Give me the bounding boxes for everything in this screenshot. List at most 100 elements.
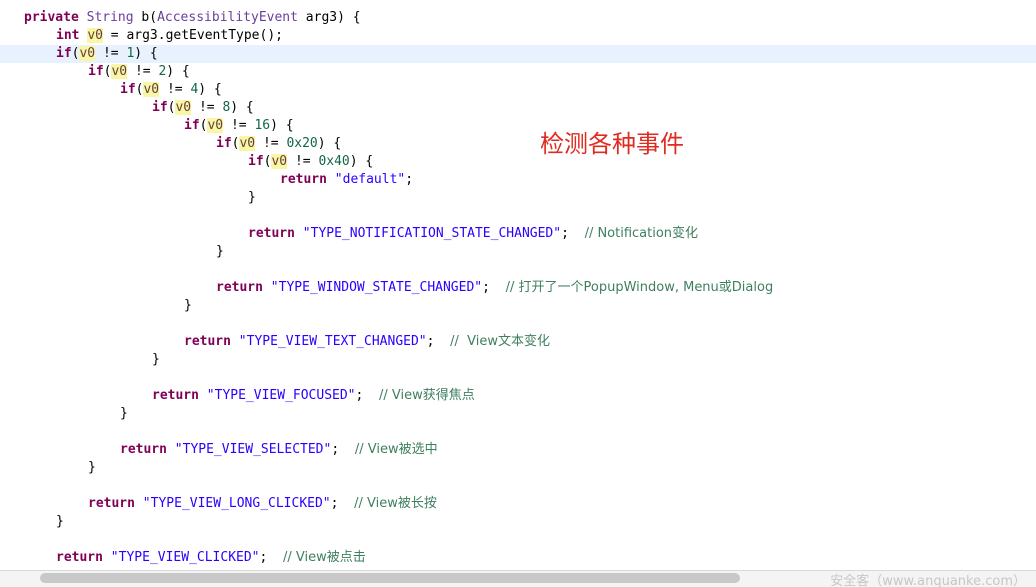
annotation-label: 检测各种事件 [540, 130, 684, 158]
semicolon: ; [561, 226, 585, 241]
closing-brace: } [88, 460, 96, 475]
keyword-return: return [120, 442, 167, 457]
operator: != [95, 46, 127, 61]
number-literal: 0x40 [318, 154, 350, 169]
code-comment: // View被点击 [283, 550, 366, 565]
code-line-if-1[interactable]: if(v0 != 1) { [0, 45, 1036, 63]
operator: != [287, 154, 319, 169]
code-line-return-selected[interactable]: return "TYPE_VIEW_SELECTED"; // View被选中 [0, 441, 1036, 459]
code-editor[interactable]: private String b(AccessibilityEvent arg3… [0, 0, 1036, 587]
closing-brace: } [56, 514, 64, 529]
code-line-if-16[interactable]: if(v0 != 16) { [0, 117, 1036, 135]
code-comment: // View被选中 [354, 442, 438, 457]
code-line-brace[interactable]: } [0, 189, 1036, 207]
operator: != [127, 64, 159, 79]
code-comment: // View获得焦点 [379, 388, 475, 403]
paren-close: ) { [198, 82, 222, 97]
string-literal: "TYPE_VIEW_CLICKED" [110, 550, 260, 565]
keyword-if: if [184, 118, 200, 133]
paren-close: ) { [230, 100, 254, 115]
code-line-return-clicked[interactable]: return "TYPE_VIEW_CLICKED"; // View被点击 [0, 549, 1036, 567]
code-comment: // 打开了一个PopupWindow, Menu或Dialog [505, 280, 774, 295]
string-literal: "TYPE_WINDOW_STATE_CHANGED" [270, 280, 483, 295]
paren-close: ) { [166, 64, 190, 79]
type-string: String [86, 10, 134, 25]
operator: != [255, 136, 287, 151]
semicolon: ; [259, 550, 283, 565]
keyword-if: if [120, 82, 136, 97]
code-line-method-signature[interactable]: private String b(AccessibilityEvent arg3… [0, 9, 1036, 27]
param-type: AccessibilityEvent [157, 10, 298, 25]
variable-v0: v0 [239, 136, 256, 151]
code-line-return-text-changed[interactable]: return "TYPE_VIEW_TEXT_CHANGED"; // View… [0, 333, 1036, 351]
code-line-brace[interactable]: } [0, 459, 1036, 477]
variable-v0: v0 [143, 82, 160, 97]
closing-brace: } [248, 190, 256, 205]
code-line-event-type[interactable]: int v0 = arg3.getEventType(); [0, 27, 1036, 45]
param-name: arg3) { [297, 10, 361, 25]
closing-brace: } [184, 298, 192, 313]
scrollbar-thumb[interactable] [40, 573, 740, 583]
code-comment: // View文本变化 [450, 334, 550, 349]
closing-brace: } [216, 244, 224, 259]
keyword-return: return [56, 550, 103, 565]
string-literal: "TYPE_VIEW_TEXT_CHANGED" [238, 334, 427, 349]
string-literal: "TYPE_VIEW_LONG_CLICKED" [142, 496, 331, 511]
code-line-brace[interactable]: } [0, 243, 1036, 261]
variable-v0: v0 [79, 46, 96, 61]
code-line-return-long-clicked[interactable]: return "TYPE_VIEW_LONG_CLICKED"; // View… [0, 495, 1036, 513]
keyword-if: if [248, 154, 264, 169]
semicolon: ; [482, 280, 506, 295]
code-line-if-0x20[interactable]: if(v0 != 0x20) { [0, 135, 1036, 153]
code-line-if-8[interactable]: if(v0 != 8) { [0, 99, 1036, 117]
method-name: b( [141, 10, 158, 25]
keyword-if: if [88, 64, 104, 79]
keyword-if: if [56, 46, 72, 61]
code-line-return-window[interactable]: return "TYPE_WINDOW_STATE_CHANGED"; // 打… [0, 279, 1036, 297]
code-line-if-0x40[interactable]: if(v0 != 0x40) { [0, 153, 1036, 171]
variable-v0: v0 [87, 28, 103, 43]
operator: != [223, 118, 255, 133]
keyword-return: return [152, 388, 199, 403]
semicolon: ; [355, 388, 379, 403]
semicolon: ; [330, 496, 355, 511]
variable-v0: v0 [271, 154, 288, 169]
operator: != [191, 100, 223, 115]
variable-v0: v0 [111, 64, 128, 79]
semicolon: ; [405, 172, 414, 187]
semicolon: ; [426, 334, 451, 349]
code-line-if-2[interactable]: if(v0 != 2) { [0, 63, 1036, 81]
keyword-return: return [184, 334, 231, 349]
code-line-return-notification[interactable]: return "TYPE_NOTIFICATION_STATE_CHANGED"… [0, 225, 1036, 243]
paren-close: ) { [270, 118, 294, 133]
code-line-brace[interactable]: } [0, 513, 1036, 531]
paren-close: ) { [134, 46, 158, 61]
keyword-return: return [216, 280, 263, 295]
paren-close: ) { [317, 136, 342, 151]
number-literal: 0x20 [286, 136, 318, 151]
string-literal: "default" [334, 172, 406, 187]
semicolon: ; [331, 442, 355, 457]
code-line-return-focused[interactable]: return "TYPE_VIEW_FOCUSED"; // View获得焦点 [0, 387, 1036, 405]
keyword-return: return [248, 226, 295, 241]
string-literal: "TYPE_NOTIFICATION_STATE_CHANGED" [302, 226, 562, 241]
variable-v0: v0 [175, 100, 192, 115]
string-literal: "TYPE_VIEW_SELECTED" [174, 442, 332, 457]
code-line-if-4[interactable]: if(v0 != 4) { [0, 81, 1036, 99]
string-literal: "TYPE_VIEW_FOCUSED" [206, 388, 356, 403]
keyword-int: int [56, 28, 80, 43]
keyword-if: if [216, 136, 232, 151]
code-line-brace[interactable]: } [0, 405, 1036, 423]
operator: != [159, 82, 191, 97]
keyword-private: private [24, 10, 79, 25]
assignment-text: = arg3.getEventType(); [102, 28, 283, 43]
code-comment: // View被长按 [354, 496, 437, 511]
code-line-return-default[interactable]: return "default"; [0, 171, 1036, 189]
watermark: 安全客（www.anquanke.com） [830, 574, 1026, 587]
number-literal: 16 [254, 118, 271, 133]
variable-v0: v0 [207, 118, 224, 133]
code-line-brace[interactable]: } [0, 351, 1036, 369]
code-line-brace[interactable]: } [0, 297, 1036, 315]
closing-brace: } [152, 352, 160, 367]
keyword-return: return [88, 496, 135, 511]
